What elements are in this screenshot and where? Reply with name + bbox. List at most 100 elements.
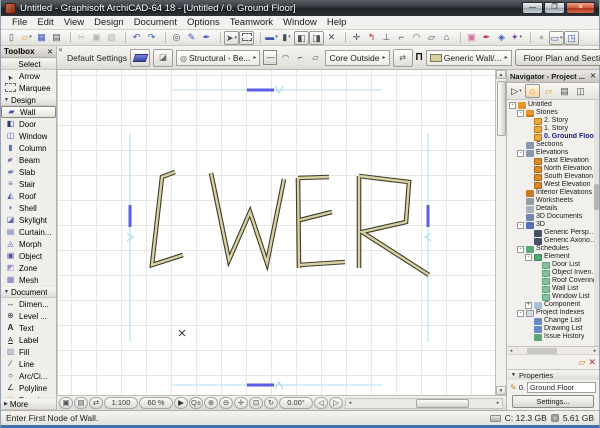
tree-expander-icon[interactable]: - xyxy=(517,150,524,157)
toolbox-item[interactable]: Arc/Ci... xyxy=(1,370,56,382)
fillet-icon[interactable]: ◠ xyxy=(409,31,424,45)
pen-set-icon[interactable]: ▮ xyxy=(279,31,294,45)
tree-expander-icon[interactable]: - xyxy=(509,102,516,109)
wall-tool-icon[interactable]: ▬ xyxy=(264,31,279,45)
zoom-menu-icon[interactable]: Q± xyxy=(189,397,203,409)
toolbox-item[interactable]: Text xyxy=(1,322,56,334)
scroll-left-icon[interactable]: ◂ xyxy=(507,348,515,354)
model-compare-icon[interactable]: ▣ xyxy=(59,397,73,409)
horizontal-scrollbar[interactable]: ◂ ▸ xyxy=(345,398,503,409)
tree-item[interactable]: Generic Perspective xyxy=(507,229,599,237)
screen-view-a-icon[interactable]: ▭ xyxy=(549,31,564,45)
tree-item[interactable]: Details xyxy=(507,205,599,213)
zoom-in-icon[interactable]: ⊕ xyxy=(204,397,218,409)
inject-parameters-icon[interactable]: ✒ xyxy=(199,31,214,45)
scroll-thumb[interactable] xyxy=(416,399,469,408)
tree-item[interactable]: East Elevation xyxy=(507,157,599,165)
new-document-icon[interactable]: ▯ xyxy=(4,31,19,45)
undo-icon[interactable]: ↶ xyxy=(129,31,144,45)
quick-layers-a-icon[interactable]: ◧ xyxy=(294,31,309,45)
toolbox-item[interactable]: Level ... xyxy=(1,310,56,322)
menu-item[interactable]: Teamwork xyxy=(225,17,278,28)
screen-view-b-icon[interactable]: ◳ xyxy=(564,31,579,45)
tree-expander-icon[interactable]: - xyxy=(517,222,524,229)
tree-item[interactable]: Wall List xyxy=(507,285,599,293)
new-folder-icon[interactable]: ▱ xyxy=(579,357,586,368)
tree-item[interactable]: Generic Axonometry xyxy=(507,237,599,245)
toolbar-icon[interactable] xyxy=(454,32,461,43)
toolbox-item[interactable]: Morph xyxy=(1,238,56,250)
renovation-filter-icon[interactable]: ✒ xyxy=(479,31,494,45)
copy-icon[interactable]: ▣ xyxy=(89,31,104,45)
project-chooser-icon[interactable]: ▷ xyxy=(509,84,524,98)
toolbar-icon[interactable] xyxy=(159,32,166,43)
reference-line-combo[interactable]: Core Outside xyxy=(325,50,389,66)
menu-item[interactable]: File xyxy=(7,17,32,28)
toolbox-item[interactable]: Mesh xyxy=(1,274,56,286)
toolbox-item[interactable]: Window xyxy=(1,130,56,142)
layout-book-icon[interactable]: ▤ xyxy=(557,84,572,98)
scroll-right-icon[interactable]: ▸ xyxy=(591,348,599,354)
virtual-trace-icon[interactable]: ◈ xyxy=(494,31,509,45)
toolbox-item[interactable]: Slab xyxy=(1,166,56,178)
toolbar-icon[interactable] xyxy=(214,32,221,43)
scroll-thumb[interactable] xyxy=(497,81,506,136)
tree-item[interactable]: - Project Indexes xyxy=(507,309,599,317)
toolbox-item[interactable]: ▼ Document xyxy=(1,286,56,298)
pan-zoom-swap-icon[interactable]: ⇄ xyxy=(89,397,103,409)
renovation-status-button[interactable] xyxy=(153,49,173,67)
menu-item[interactable]: Design xyxy=(89,17,129,28)
menu-item[interactable]: Window xyxy=(278,17,322,28)
floor-plan-section-button[interactable]: Floor Plan and Section... xyxy=(515,49,600,66)
toolbox-item[interactable]: Object xyxy=(1,250,56,262)
paste-icon[interactable]: ▨ xyxy=(104,31,119,45)
tree-horizontal-scrollbar[interactable]: ◂ ▸ xyxy=(507,346,599,354)
tree-item[interactable]: Sections xyxy=(507,141,599,149)
menu-item[interactable]: Edit xyxy=(32,17,58,28)
tree-item[interactable]: 3D Documents xyxy=(507,213,599,221)
menu-item[interactable]: Document xyxy=(129,17,182,28)
tree-item[interactable]: Drawing List xyxy=(507,325,599,333)
tree-item[interactable]: Change List xyxy=(507,317,599,325)
tree-item[interactable]: 1. Story xyxy=(507,125,599,133)
pan-hand-icon[interactable]: ✛ xyxy=(234,397,248,409)
tree-expander-icon[interactable]: - xyxy=(517,110,524,117)
toolbox-item[interactable]: Stair xyxy=(1,178,56,190)
tree-item[interactable]: - Stories xyxy=(507,109,599,117)
tree-item[interactable]: - Schedules xyxy=(507,245,599,253)
toolbox-item[interactable]: Shell xyxy=(1,202,56,214)
tree-expander-icon[interactable]: - xyxy=(525,254,532,261)
toolbox-item[interactable]: Curtain... xyxy=(1,226,56,238)
tree-item[interactable]: 0. Ground Floor xyxy=(507,133,599,141)
tree-item[interactable]: - Elevations xyxy=(507,149,599,157)
settings-button[interactable]: Settings... xyxy=(512,395,594,408)
tree-item[interactable]: Worksheets xyxy=(507,197,599,205)
tree-item[interactable]: - Element xyxy=(507,253,599,261)
toolbox-item[interactable]: Door xyxy=(1,118,56,130)
layout-navigator-icon[interactable]: ▤ xyxy=(74,397,88,409)
expand-arrow[interactable]: ▶ xyxy=(174,397,188,409)
polygon-wall-icon[interactable]: ▱ xyxy=(308,50,322,65)
tree-item[interactable]: + Component xyxy=(507,301,599,309)
toolbox-item[interactable]: Zone xyxy=(1,262,56,274)
story-name-field[interactable]: Ground Floor xyxy=(527,382,596,393)
publisher-sets-icon[interactable]: ◫ xyxy=(573,84,588,98)
project-map-icon[interactable]: ⌂ xyxy=(525,84,540,98)
tree-expander-icon[interactable]: - xyxy=(517,246,524,253)
scroll-thumb[interactable] xyxy=(527,348,557,354)
toolbar-icon[interactable] xyxy=(64,32,71,43)
toolbox-item[interactable]: Label xyxy=(1,334,56,346)
toolbar-icon[interactable] xyxy=(119,32,126,43)
navigator-header[interactable]: Navigator - Project ... xyxy=(507,70,599,83)
fit-in-window-icon[interactable]: ⊡ xyxy=(249,397,263,409)
tree-expander-icon[interactable]: - xyxy=(517,310,524,317)
toolbox-item[interactable]: Select xyxy=(1,58,56,70)
drawing-canvas[interactable] xyxy=(57,70,495,395)
tree-scrollbar[interactable] xyxy=(594,100,599,346)
marquee-tool-icon[interactable] xyxy=(239,31,254,45)
curved-wall-icon[interactable]: ◠ xyxy=(278,50,292,65)
toolbox-item[interactable]: Fill xyxy=(1,346,56,358)
find-select-icon[interactable]: ◎ xyxy=(169,31,184,45)
minimize-button[interactable] xyxy=(522,2,543,14)
close-icon[interactable] xyxy=(58,47,63,54)
